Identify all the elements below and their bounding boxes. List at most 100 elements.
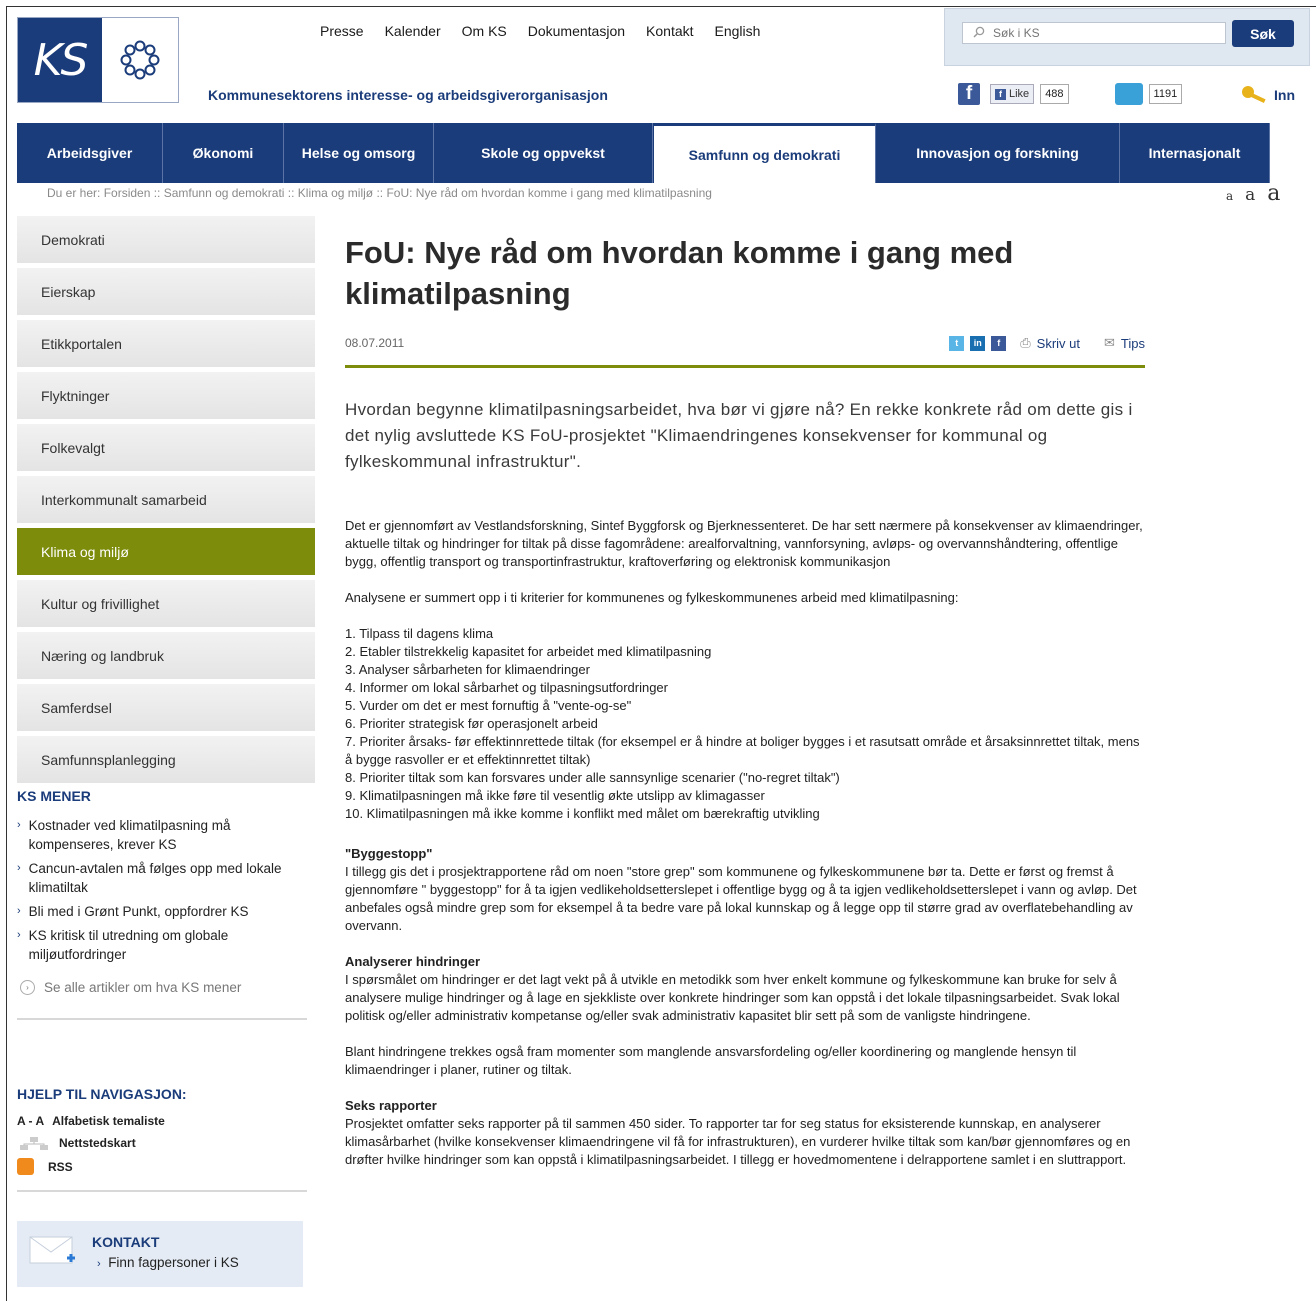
social-bar: f f Like 488 1191 — [958, 83, 1183, 105]
tab-internasjonalt[interactable]: Internasjonalt — [1120, 123, 1270, 183]
news-link[interactable]: KS kritisk til utredning om globale milj… — [29, 926, 307, 964]
rss-label: RSS — [48, 1159, 73, 1174]
sitemap-link[interactable]: Nettstedskart — [17, 1136, 307, 1150]
tips-icon: ✉ — [1104, 335, 1115, 350]
tab-innovasjon-og-forskning[interactable]: Innovasjon og forskning — [876, 123, 1120, 183]
paragraph: Blant hindringene trekkes også fram mome… — [345, 1044, 1077, 1077]
sidebar-item-naering-og-landbruk[interactable]: Næring og landbruk — [17, 632, 315, 679]
facebook-icon[interactable]: f — [958, 83, 980, 105]
sidebar-item-interkommunalt-samarbeid[interactable]: Interkommunalt samarbeid — [17, 476, 315, 523]
print-icon: ⎙ — [1020, 335, 1031, 350]
ks-mener-box: KS MENER › Kostnader ved klimatilpasning … — [17, 788, 307, 1020]
chevron-right-icon: › — [97, 1258, 101, 1270]
topnav-dokumentasjon[interactable]: Dokumentasjon — [528, 23, 625, 39]
sidebar-item-etikkportalen[interactable]: Etikkportalen — [17, 320, 315, 367]
facebook-small-icon: f — [995, 88, 1006, 100]
ks-mener-list: › Kostnader ved klimatilpasning må kompen… — [17, 816, 307, 964]
list-item: 10. Klimatilpasningen må ikke komme i ko… — [345, 806, 820, 821]
search-button[interactable]: Søk — [1232, 20, 1294, 47]
topnav-kontakt[interactable]: Kontakt — [646, 23, 693, 39]
tab-samfunn-og-demokrati[interactable]: Samfunn og demokrati — [653, 123, 876, 183]
facebook-share-icon[interactable]: f — [991, 335, 1007, 351]
logo-ring-icon — [102, 18, 178, 102]
list-item[interactable]: › Kostnader ved klimatilpasning må kompen… — [17, 816, 307, 854]
paragraph: Analysene er summert opp i ti kriterier … — [345, 590, 959, 605]
like-label: Like — [1009, 88, 1030, 100]
alphabetic-link[interactable]: A - A Alfabetisk temaliste — [17, 1114, 307, 1128]
envelope-icon — [29, 1236, 75, 1264]
sidebar-item-demokrati[interactable]: Demokrati — [17, 216, 315, 263]
twitter-icon[interactable] — [1114, 83, 1143, 105]
see-all-label: Se alle artikler om hva KS mener — [44, 980, 242, 995]
login-link[interactable]: Inn — [1240, 84, 1295, 106]
tweet-count: 1191 — [1148, 84, 1183, 104]
sidebar-item-klima-og-miljo[interactable]: Klima og miljø — [17, 528, 315, 575]
list-item: 2. Etabler tilstrekkelig kapasitet for a… — [345, 644, 712, 659]
sitemap-label: Nettstedskart — [59, 1136, 136, 1150]
section-heading: Seks rapporter — [345, 1098, 437, 1113]
sidebar-item-samferdsel[interactable]: Samferdsel — [17, 684, 315, 731]
breadcrumb: Du er her: Forsiden :: Samfunn og demokr… — [47, 186, 712, 200]
linkedin-share-icon[interactable]: in — [970, 335, 986, 351]
article-body: Det er gjennomført av Vestlandsforskning… — [345, 517, 1145, 1169]
font-size-small[interactable]: a — [1226, 189, 1233, 203]
list-item: 8. Prioriter tiltak som kan forsvares un… — [345, 770, 840, 785]
article-lead: Hvordan begynne klimatilpasningsarbeidet… — [345, 400, 1133, 471]
see-all-link[interactable]: › Se alle artikler om hva KS mener — [17, 980, 307, 995]
sidebar-item-kultur-og-frivillighet[interactable]: Kultur og frivillighet — [17, 580, 315, 627]
font-size-medium[interactable]: a — [1245, 185, 1255, 205]
section-heading: "Byggestopp" — [345, 846, 433, 861]
paragraph: Prosjektet omfatter seks rapporter på ti… — [345, 1116, 1131, 1167]
topnav-om-ks[interactable]: Om KS — [462, 23, 507, 39]
alphabetic-label: Alfabetisk temaliste — [52, 1114, 165, 1128]
kontakt-box[interactable]: KONTAKT › Finn fagpersoner i KS — [17, 1221, 303, 1287]
tab-arbeidsgiver[interactable]: Arbeidsgiver — [17, 123, 163, 183]
logo-text: KS — [18, 18, 102, 102]
search-icon — [973, 26, 985, 38]
topnav-kalender[interactable]: Kalender — [385, 23, 441, 39]
chevron-right-icon: › — [17, 862, 21, 874]
sidebar-item-flyktninger[interactable]: Flyktninger — [17, 372, 315, 419]
sidebar-item-eierskap[interactable]: Eierskap — [17, 268, 315, 315]
rss-link[interactable]: RSS — [17, 1158, 307, 1175]
news-link[interactable]: Kostnader ved klimatilpasning må kompens… — [29, 816, 307, 854]
rss-icon — [17, 1158, 34, 1175]
sitemap-icon — [20, 1137, 48, 1150]
navigation-help: HJELP TIL NAVIGASJON: A - A Alfabetisk te… — [17, 1086, 307, 1192]
sidebar-item-samfunnsplanlegging[interactable]: Samfunnsplanlegging — [17, 736, 315, 783]
topnav-presse[interactable]: Presse — [320, 23, 364, 39]
kontakt-link[interactable]: › Finn fagpersoner i KS — [97, 1255, 239, 1270]
font-size-large[interactable]: a — [1267, 181, 1280, 206]
tab-okonomi[interactable]: Økonomi — [163, 123, 284, 183]
article-date: 08.07.2011 — [345, 336, 405, 350]
sidebar-item-folkevalgt[interactable]: Folkevalgt — [17, 424, 315, 471]
article: FoU: Nye råd om hvordan komme i gang med… — [345, 232, 1145, 1187]
sidebar-nav: Demokrati Eierskap Etikkportalen Flyktni… — [17, 216, 315, 788]
list-item: 3. Analyser sårbarheten for klimaendring… — [345, 662, 590, 677]
twitter-share-icon[interactable]: t — [949, 335, 965, 351]
like-count: 488 — [1040, 84, 1069, 104]
print-link[interactable]: Skriv ut — [1037, 336, 1080, 351]
topnav-english[interactable]: English — [715, 23, 761, 39]
divider — [17, 1190, 307, 1192]
ks-logo[interactable]: KS — [17, 17, 179, 103]
facebook-like-button[interactable]: f Like — [990, 84, 1035, 104]
list-item[interactable]: › Cancun-avtalen må følges opp med lokale… — [17, 859, 307, 897]
section-heading: Analyserer hindringer — [345, 954, 481, 969]
paragraph: Det er gjennomført av Vestlandsforskning… — [345, 518, 1143, 569]
search-input[interactable] — [962, 22, 1226, 44]
list-item: 7. Prioriter årsaks- før effektinnretted… — [345, 734, 1140, 767]
criteria-list: 1. Tilpass til dagens klima 2. Etabler t… — [345, 625, 1145, 823]
news-link[interactable]: Cancun-avtalen må følges opp med lokale … — [29, 859, 307, 897]
news-link[interactable]: Bli med i Grønt Punkt, oppfordrer KS — [29, 902, 249, 921]
chevron-right-icon: › — [17, 905, 21, 917]
az-icon: A - A — [17, 1114, 45, 1128]
divider — [17, 1018, 307, 1020]
title-divider — [345, 365, 1145, 368]
list-item[interactable]: › Bli med i Grønt Punkt, oppfordrer KS — [17, 902, 307, 921]
tips-link[interactable]: Tips — [1121, 336, 1145, 351]
search-box: Søk — [944, 8, 1310, 66]
list-item[interactable]: › KS kritisk til utredning om globale mil… — [17, 926, 307, 964]
tab-skole-og-oppvekst[interactable]: Skole og oppvekst — [434, 123, 653, 183]
tab-helse-og-omsorg[interactable]: Helse og omsorg — [284, 123, 434, 183]
